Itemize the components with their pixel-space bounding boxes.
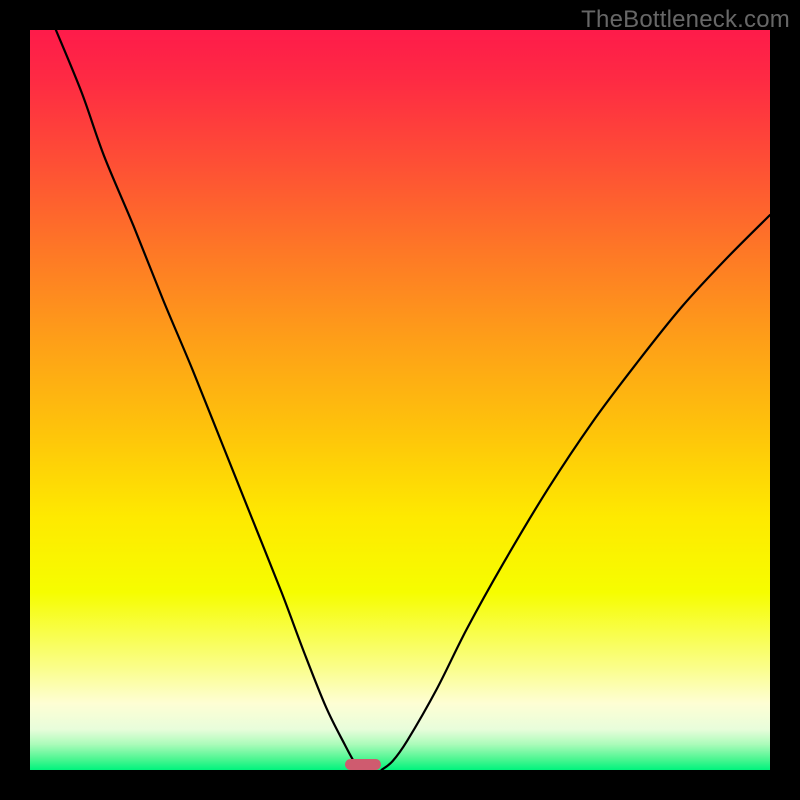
plot-background	[30, 30, 770, 770]
chart-frame: TheBottleneck.com	[0, 0, 800, 800]
bottleneck-plot	[30, 30, 770, 770]
vertex-marker	[345, 759, 381, 770]
